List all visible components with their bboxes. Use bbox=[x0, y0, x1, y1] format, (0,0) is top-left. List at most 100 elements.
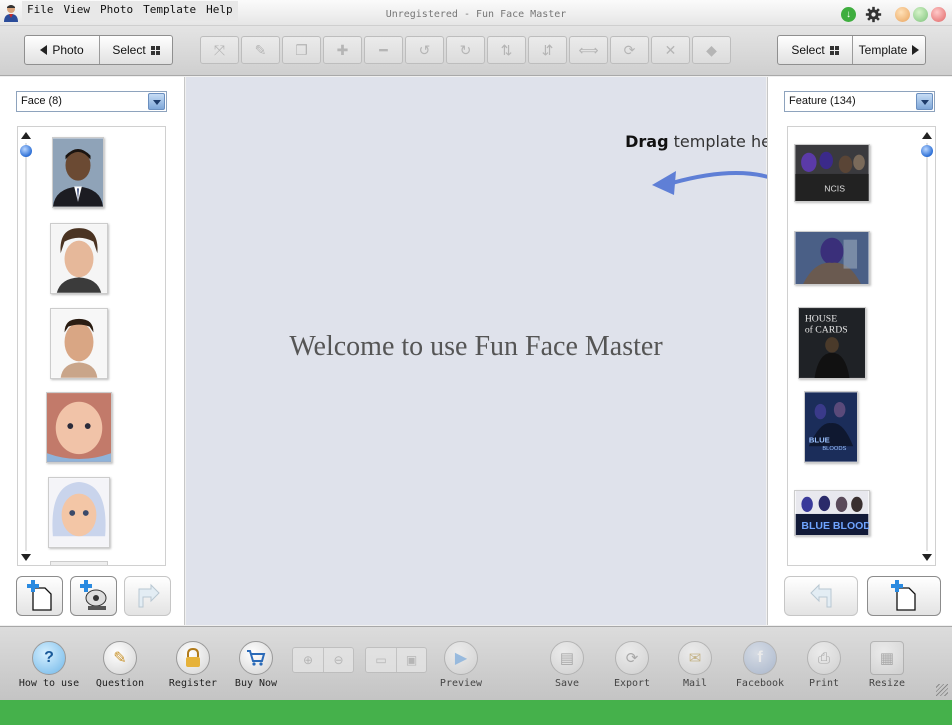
add-photo-button[interactable] bbox=[16, 576, 63, 616]
move-icon[interactable]: ⤧ bbox=[200, 36, 239, 64]
flip-vertical-icon[interactable]: ⇅ bbox=[487, 36, 526, 64]
scroll-up-icon[interactable] bbox=[21, 132, 31, 139]
preview-button[interactable]: ▶ Preview bbox=[429, 641, 493, 689]
close-button[interactable] bbox=[931, 7, 946, 22]
register-label: Register bbox=[168, 678, 218, 689]
add-template-button[interactable] bbox=[867, 576, 941, 616]
zoom-in-icon[interactable]: ⊕ bbox=[293, 648, 323, 672]
select-right-label: Select bbox=[791, 43, 825, 57]
webcam-icon bbox=[79, 580, 106, 610]
edit-tools: ⤧ ✎ ❐ ✚ ━ ↺ ↻ ⇅ ⇵ ⟺ ⟳ ✕ ◆ bbox=[200, 36, 731, 64]
menu-template[interactable]: Template bbox=[138, 1, 201, 21]
template-category-dropdown[interactable]: Feature (134) bbox=[784, 91, 935, 112]
rotate-left-icon[interactable]: ↺ bbox=[405, 36, 444, 64]
svg-text:BLUE BLOODS: BLUE BLOODS bbox=[801, 520, 870, 532]
template-list-scrollbar[interactable] bbox=[920, 127, 934, 565]
template-thumbnail-blue-bloods-poster[interactable]: BLUE BLOODS bbox=[804, 391, 858, 463]
export-label: Export bbox=[613, 678, 651, 689]
select-left-button[interactable]: Select bbox=[99, 36, 172, 64]
register-button[interactable]: Register bbox=[161, 641, 225, 689]
export-button[interactable]: ⟳ Export bbox=[600, 641, 664, 689]
print-button[interactable]: ⎙ Print bbox=[792, 641, 856, 689]
template-thumbnail-house-of-cards[interactable]: HOUSE of CARDS bbox=[798, 307, 866, 379]
svg-text:BLOODS: BLOODS bbox=[822, 446, 846, 452]
update-icon[interactable]: ↓ bbox=[841, 7, 856, 22]
face-thumbnail-5[interactable] bbox=[48, 477, 110, 548]
minimize-button[interactable] bbox=[895, 7, 910, 22]
face-list-scrollbar[interactable] bbox=[19, 127, 33, 565]
scroll-down-icon[interactable] bbox=[922, 554, 932, 561]
photo-button[interactable]: Photo bbox=[25, 36, 99, 64]
resize-button[interactable]: ▦ Resize bbox=[855, 641, 919, 689]
face-thumbnail-1[interactable] bbox=[52, 137, 104, 208]
face-thumbnail-4[interactable] bbox=[46, 392, 112, 463]
how-to-use-button[interactable]: ? How to use bbox=[17, 641, 81, 689]
facebook-button[interactable]: f Facebook bbox=[728, 641, 792, 689]
send-to-canvas-button[interactable] bbox=[124, 576, 171, 616]
question-button[interactable]: ✎ Question bbox=[88, 641, 152, 689]
fit-screen-icon[interactable]: ▭ bbox=[366, 648, 396, 672]
zoom-in-icon[interactable]: ✚ bbox=[323, 36, 362, 64]
menu-view[interactable]: View bbox=[59, 1, 96, 21]
face-thumbnail-2[interactable] bbox=[50, 223, 108, 294]
maximize-button[interactable] bbox=[913, 7, 928, 22]
face-category-dropdown[interactable]: Face (8) bbox=[16, 91, 167, 112]
menu-photo[interactable]: Photo bbox=[95, 1, 138, 21]
buy-now-button[interactable]: Buy Now bbox=[224, 641, 288, 689]
preview-label: Preview bbox=[439, 678, 483, 689]
scroll-thumb[interactable] bbox=[20, 145, 32, 157]
template-button[interactable]: Template bbox=[852, 36, 925, 64]
zoom-out-icon[interactable]: ⊖ bbox=[323, 648, 353, 672]
svg-text:HOUSE: HOUSE bbox=[805, 314, 837, 325]
template-thumbnail-blue-bloods-banner[interactable]: BLUE BLOODS bbox=[794, 490, 870, 536]
zoom-out-icon[interactable]: ━ bbox=[364, 36, 403, 64]
apply-template-button[interactable] bbox=[784, 576, 858, 616]
scroll-up-icon[interactable] bbox=[922, 132, 932, 139]
chevron-down-icon[interactable] bbox=[148, 93, 165, 110]
how-to-use-label: How to use bbox=[18, 678, 80, 689]
add-file-icon bbox=[891, 580, 916, 611]
drag-hint: Drag template here bbox=[625, 132, 787, 151]
resize-grip[interactable] bbox=[936, 684, 948, 696]
arrow-left-icon bbox=[40, 45, 48, 55]
fit-group: ▭ ▣ bbox=[365, 647, 427, 673]
menu-bar: File View Photo Template Help bbox=[22, 1, 238, 21]
resize-label: Resize bbox=[868, 678, 906, 689]
mail-button[interactable]: ✉ Mail bbox=[663, 641, 727, 689]
save-button[interactable]: ▤ Save bbox=[535, 641, 599, 689]
template-thumbnail-ncis[interactable]: NCIS bbox=[794, 144, 870, 202]
select-right-button[interactable]: Select bbox=[778, 36, 852, 64]
flip-horizontal-icon[interactable]: ⇵ bbox=[528, 36, 567, 64]
arrow-right-icon bbox=[138, 583, 160, 608]
menu-file[interactable]: File bbox=[22, 1, 59, 21]
print-label: Print bbox=[808, 678, 840, 689]
face-thumbnail-3[interactable] bbox=[50, 308, 108, 379]
refresh-icon[interactable]: ⟳ bbox=[610, 36, 649, 64]
face-panel: Face (8) bbox=[0, 77, 185, 625]
photo-select-group: Photo Select bbox=[24, 35, 173, 65]
editing-canvas[interactable]: Welcome to use Fun Face Master Drag temp… bbox=[186, 77, 787, 625]
scroll-down-icon[interactable] bbox=[21, 554, 31, 561]
welcome-text: Welcome to use Fun Face Master bbox=[289, 331, 663, 362]
gear-icon[interactable] bbox=[865, 6, 882, 23]
actual-size-icon[interactable]: ▣ bbox=[396, 648, 426, 672]
chevron-down-icon[interactable] bbox=[916, 93, 933, 110]
brush-icon[interactable]: ✎ bbox=[241, 36, 280, 64]
drop-icon[interactable]: ◆ bbox=[692, 36, 731, 64]
menu-help[interactable]: Help bbox=[201, 1, 238, 21]
template-thumbnail-robot[interactable] bbox=[794, 231, 870, 285]
export-icon: ⟳ bbox=[615, 641, 649, 675]
cart-icon bbox=[239, 641, 273, 675]
rotate-right-icon[interactable]: ↻ bbox=[446, 36, 485, 64]
scroll-thumb[interactable] bbox=[921, 145, 933, 157]
svg-text:BLUE: BLUE bbox=[809, 435, 830, 444]
add-file-icon bbox=[26, 580, 52, 611]
note-pencil-icon: ✎ bbox=[103, 641, 137, 675]
expand-icon[interactable]: ⟺ bbox=[569, 36, 608, 64]
delete-icon[interactable]: ✕ bbox=[651, 36, 690, 64]
add-from-camera-button[interactable] bbox=[70, 576, 117, 616]
face-dropdown-value: Face (8) bbox=[21, 95, 62, 107]
disk-icon: ▤ bbox=[550, 641, 584, 675]
copy-icon[interactable]: ❐ bbox=[282, 36, 321, 64]
mail-icon: ✉ bbox=[678, 641, 712, 675]
